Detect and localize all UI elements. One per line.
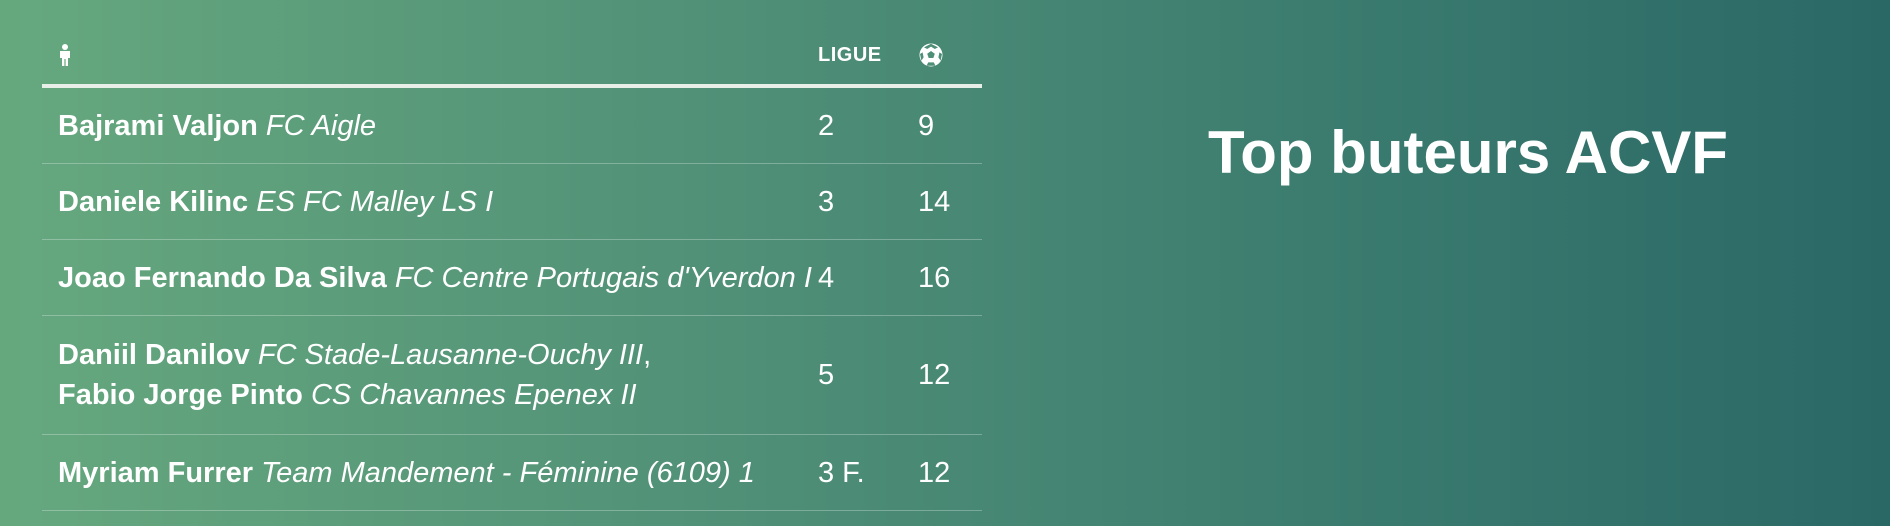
separator: ,: [643, 339, 652, 371]
player-cell: Bajrami Valjon FC Aigle: [42, 106, 818, 146]
league-cell: 2: [818, 109, 835, 142]
league-cell: 4: [818, 261, 835, 294]
goals-cell: 16: [918, 261, 951, 294]
player-entry: Fabio Jorge Pinto CS Chavannes Epenex II: [58, 375, 818, 415]
goals-cell: 12: [918, 456, 951, 489]
player-entry: Daniele Kilinc ES FC Malley LS I: [58, 182, 818, 222]
player-cell: Myriam Furrer Team Mandement - Féminine …: [42, 453, 818, 493]
table-row: Bajrami Valjon FC Aigle 2 9: [42, 88, 982, 164]
league-cell: 3 F.: [818, 456, 865, 489]
player-cell: Joao Fernando Da Silva FC Centre Portuga…: [42, 258, 818, 298]
player-name: Joao Fernando Da Silva: [58, 261, 387, 294]
player-cell: Daniele Kilinc ES FC Malley LS I: [42, 182, 818, 222]
goals-cell: 14: [918, 185, 951, 218]
page-title: Top buteurs ACVF: [1208, 119, 1728, 186]
top-scorers-table: LIGUE Bajrami Valjon FC Aigle 2 9 Daniel…: [42, 26, 982, 511]
goals-cell: 12: [918, 359, 951, 391]
player-cell: Daniil Danilov FC Stade-Lausanne-Ouchy I…: [42, 335, 818, 415]
club-name: FC Stade-Lausanne-Ouchy III: [257, 339, 644, 371]
table-row: Daniil Danilov FC Stade-Lausanne-Ouchy I…: [42, 316, 982, 435]
table-row: Myriam Furrer Team Mandement - Féminine …: [42, 435, 982, 511]
goals-column-header: [918, 42, 982, 68]
player-name: Fabio Jorge Pinto: [58, 379, 303, 411]
club-name: FC Centre Portugais d'Yverdon I: [394, 261, 812, 294]
player-entry: Bajrami Valjon FC Aigle: [58, 106, 818, 146]
player-name: Daniil Danilov: [58, 339, 250, 371]
club-name: CS Chavannes Epenex II: [310, 379, 637, 411]
league-cell: 3: [818, 185, 835, 218]
player-name: Daniele Kilinc: [58, 185, 249, 218]
player-name: Bajrami Valjon: [58, 109, 258, 142]
soccer-ball-icon: [919, 43, 943, 67]
player-entry: Joao Fernando Da Silva FC Centre Portuga…: [58, 258, 818, 298]
league-cell: 5: [818, 359, 835, 391]
person-icon: [60, 44, 70, 67]
goals-cell: 9: [918, 109, 935, 142]
table-header: LIGUE: [42, 26, 982, 88]
club-name: ES FC Malley LS I: [256, 185, 494, 218]
table-row: Daniele Kilinc ES FC Malley LS I 3 14: [42, 164, 982, 240]
player-name: Myriam Furrer: [58, 456, 254, 489]
player-entry: Myriam Furrer Team Mandement - Féminine …: [58, 453, 818, 493]
table-row: Joao Fernando Da Silva FC Centre Portuga…: [42, 240, 982, 316]
club-name: FC Aigle: [265, 109, 377, 142]
player-entry: Daniil Danilov FC Stade-Lausanne-Ouchy I…: [58, 335, 818, 375]
club-name: Team Mandement - Féminine (6109) 1: [261, 456, 755, 489]
player-column-header: [42, 44, 818, 67]
league-column-header: LIGUE: [818, 43, 882, 66]
